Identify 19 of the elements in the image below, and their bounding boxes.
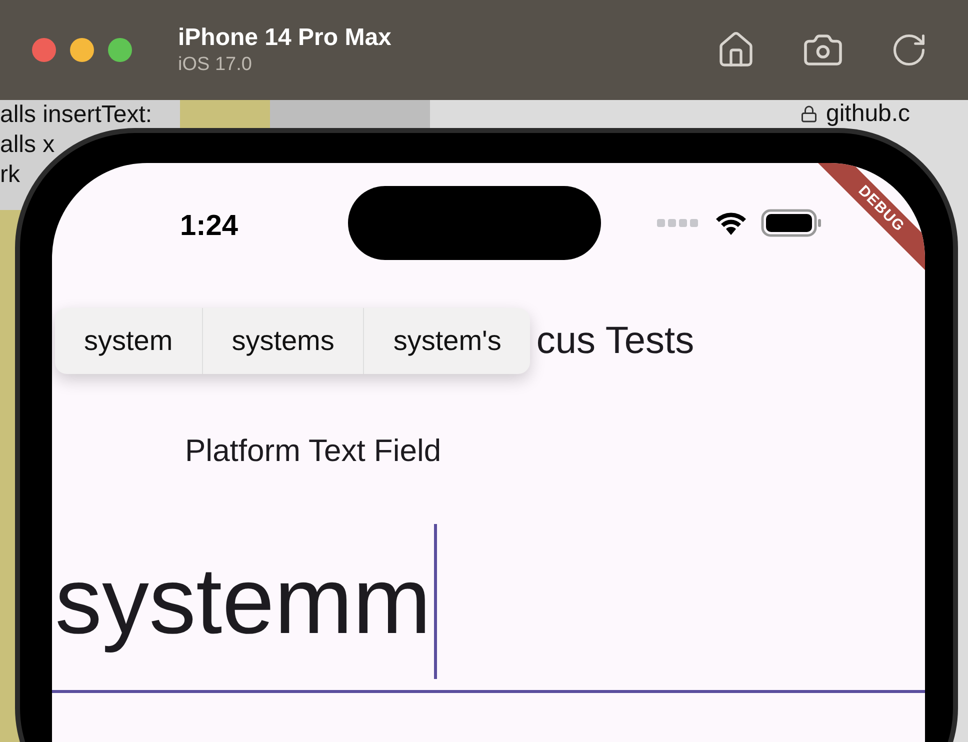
background-text-line: alls insertText: — [0, 100, 154, 130]
address-text: github.c — [826, 102, 910, 126]
zoom-button[interactable] — [108, 38, 132, 62]
window-title: iPhone 14 Pro Max — [178, 23, 392, 54]
background-text-line: alls x — [0, 130, 56, 160]
lock-icon — [800, 105, 818, 123]
wifi-icon — [715, 211, 748, 235]
app-bar-title: cus Tests — [536, 318, 694, 364]
text-field[interactable]: systemm — [52, 512, 925, 692]
field-label: Platform Text Field — [185, 432, 442, 470]
battery-icon — [761, 209, 824, 237]
window-subtitle: iOS 17.0 — [178, 53, 253, 77]
text-field-value: systemm — [55, 546, 431, 655]
suggestion-item[interactable]: systems — [202, 308, 364, 374]
suggestion-item[interactable]: system — [55, 308, 202, 374]
background-text-line: rk — [0, 160, 21, 190]
status-time: 1:24 — [180, 209, 238, 244]
minimize-button[interactable] — [70, 38, 94, 62]
suggestion-item[interactable]: system's — [363, 308, 530, 374]
